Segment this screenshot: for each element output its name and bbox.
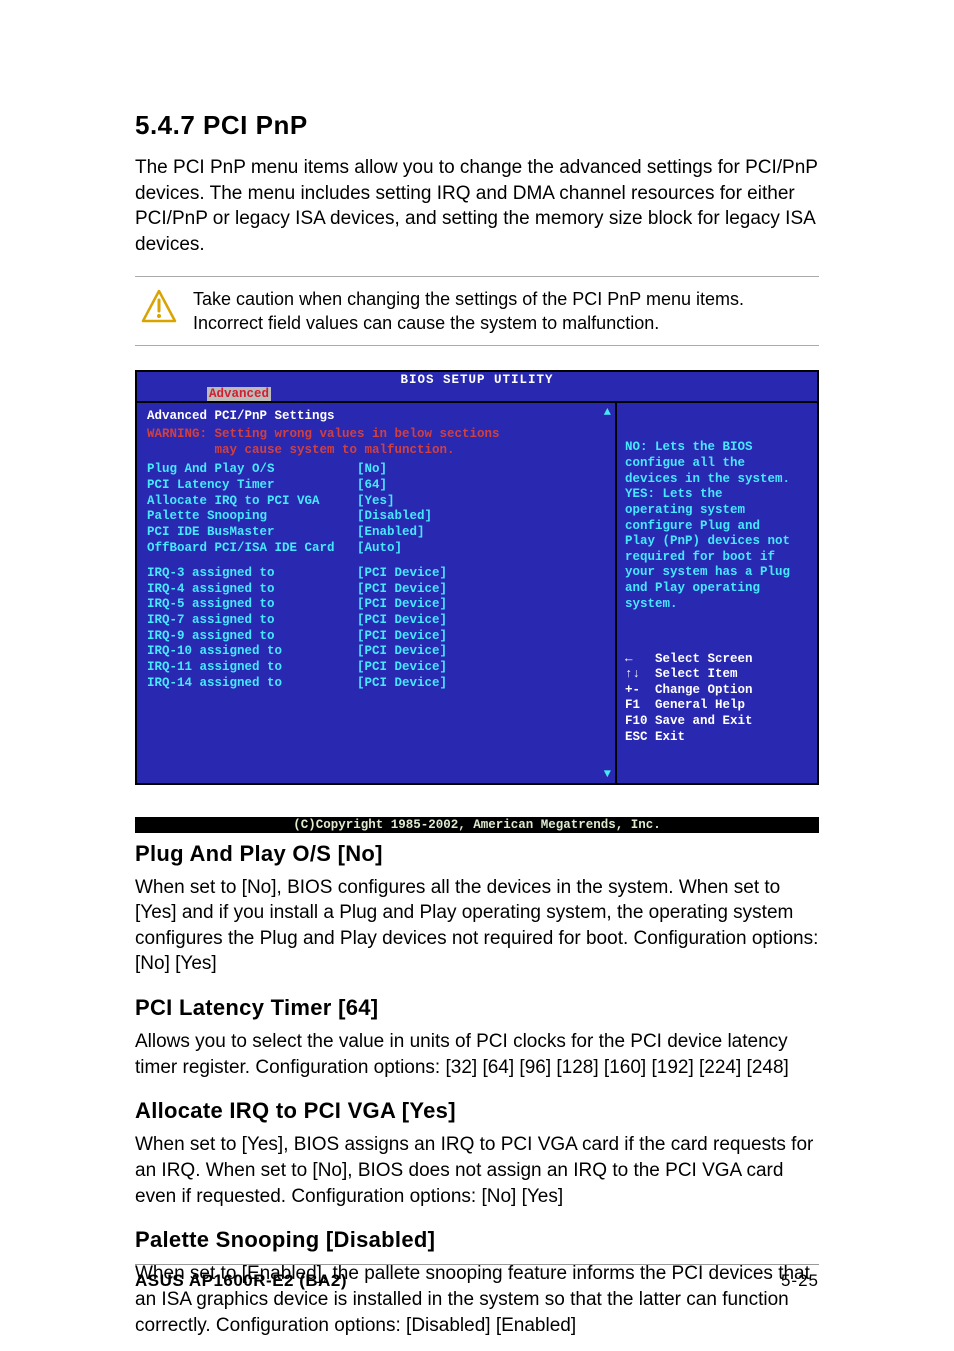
sub-heading: PCI Latency Timer [64] xyxy=(135,995,819,1021)
setting-label: OffBoard PCI/ISA IDE Card xyxy=(147,541,357,557)
sub-heading: Plug And Play O/S [No] xyxy=(135,841,819,867)
page-footer: ASUS AP1600R-E2 (BA2) 5-25 xyxy=(135,1264,819,1291)
irq-label: IRQ-3 assigned to xyxy=(147,566,357,582)
setting-value: [Auto] xyxy=(357,541,402,557)
bios-copyright: (C)Copyright 1985-2002, American Megatre… xyxy=(135,817,819,833)
irq-value: [PCI Device] xyxy=(357,644,447,660)
irq-value: [PCI Device] xyxy=(357,660,447,676)
bios-tab-advanced: Advanced xyxy=(207,387,271,401)
bios-left-panel: ▲ Advanced PCI/PnP Settings WARNING: Set… xyxy=(137,403,617,782)
bios-tabs: Advanced xyxy=(137,387,817,401)
section-intro: The PCI PnP menu items allow you to chan… xyxy=(135,155,819,258)
bios-warning-l1: WARNING: Setting wrong values in below s… xyxy=(147,427,500,441)
setting-label: PCI IDE BusMaster xyxy=(147,525,357,541)
irq-label: IRQ-5 assigned to xyxy=(147,597,357,613)
setting-value: [Enabled] xyxy=(357,525,425,541)
sub-body: Allows you to select the value in units … xyxy=(135,1029,819,1080)
irq-value: [PCI Device] xyxy=(357,582,447,598)
bios-screenshot: BIOS SETUP UTILITY Advanced ▲ Advanced P… xyxy=(135,370,819,784)
setting-value: [No] xyxy=(357,462,387,478)
bios-left-heading: Advanced PCI/PnP Settings xyxy=(147,409,605,423)
bios-title: BIOS SETUP UTILITY xyxy=(137,372,817,387)
setting-label: PCI Latency Timer xyxy=(147,478,357,494)
sub-heading: Allocate IRQ to PCI VGA [Yes] xyxy=(135,1098,819,1124)
sub-body: When set to [No], BIOS configures all th… xyxy=(135,875,819,978)
bios-warning-l2: may cause system to malfunction. xyxy=(147,443,455,457)
sub-body: When set to [Yes], BIOS assigns an IRQ t… xyxy=(135,1132,819,1209)
setting-value: [64] xyxy=(357,478,387,494)
setting-label: Plug And Play O/S xyxy=(147,462,357,478)
section-heading: 5.4.7 PCI PnP xyxy=(135,110,819,141)
caution-callout: Take caution when changing the settings … xyxy=(135,276,819,347)
bios-right-panel: NO: Lets the BIOS configue all the devic… xyxy=(617,403,817,782)
irq-label: IRQ-9 assigned to xyxy=(147,629,357,645)
scroll-up-icon: ▲ xyxy=(604,405,611,419)
irq-value: [PCI Device] xyxy=(357,566,447,582)
sub-heading: Palette Snooping [Disabled] xyxy=(135,1227,819,1253)
irq-label: IRQ-11 assigned to xyxy=(147,660,357,676)
irq-label: IRQ-10 assigned to xyxy=(147,644,357,660)
irq-label: IRQ-7 assigned to xyxy=(147,613,357,629)
setting-label: Palette Snooping xyxy=(147,509,357,525)
bios-warning: WARNING: Setting wrong values in below s… xyxy=(147,427,605,458)
irq-value: [PCI Device] xyxy=(357,613,447,629)
irq-value: [PCI Device] xyxy=(357,629,447,645)
irq-value: [PCI Device] xyxy=(357,676,447,692)
caution-text: Take caution when changing the settings … xyxy=(183,287,819,336)
irq-label: IRQ-14 assigned to xyxy=(147,676,357,692)
bios-nav-text: ← Select Screen ↑↓ Select Item +- Change… xyxy=(625,652,809,746)
caution-icon xyxy=(135,287,183,327)
scroll-down-icon: ▼ xyxy=(604,767,611,781)
irq-value: [PCI Device] xyxy=(357,597,447,613)
bios-help-text: NO: Lets the BIOS configue all the devic… xyxy=(625,440,809,612)
setting-label: Allocate IRQ to PCI VGA xyxy=(147,494,357,510)
setting-value: [Yes] xyxy=(357,494,395,510)
footer-page-number: 5-25 xyxy=(781,1271,819,1291)
irq-label: IRQ-4 assigned to xyxy=(147,582,357,598)
setting-value: [Disabled] xyxy=(357,509,432,525)
footer-model: ASUS AP1600R-E2 (BA2) xyxy=(135,1271,347,1291)
